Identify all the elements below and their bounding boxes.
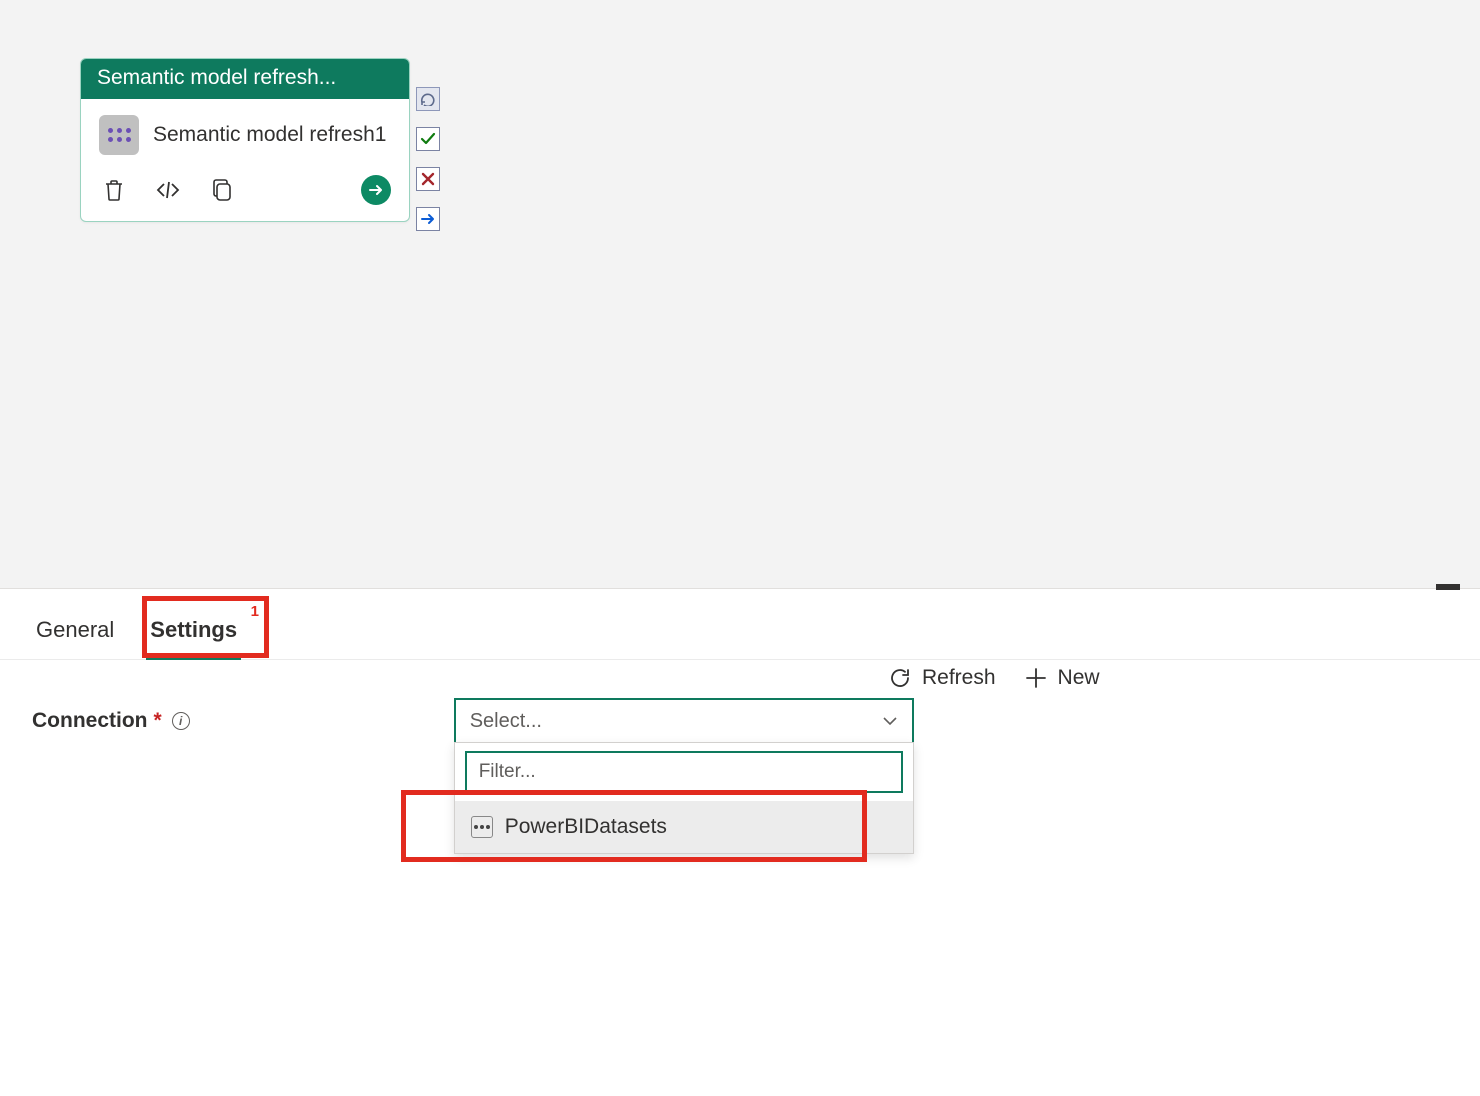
connection-label: Connection * i [32, 709, 190, 733]
chevron-down-icon [882, 716, 898, 726]
status-skip-icon[interactable] [416, 207, 440, 231]
connection-label-text: Connection [32, 709, 148, 733]
status-column [416, 87, 440, 231]
code-icon[interactable] [155, 180, 181, 200]
pipeline-canvas[interactable]: Semantic model refresh... Semantic model… [0, 0, 1480, 588]
status-fail-icon[interactable] [416, 167, 440, 191]
tab-settings[interactable]: Settings [146, 611, 241, 659]
status-retry-icon[interactable] [416, 87, 440, 111]
copy-icon[interactable] [211, 178, 233, 202]
activity-name-label: Semantic model refresh1 [153, 121, 386, 149]
new-button[interactable]: New [1024, 666, 1100, 690]
new-label: New [1058, 666, 1100, 690]
connection-option-label: PowerBIDatasets [505, 815, 667, 839]
activity-card[interactable]: Semantic model refresh... Semantic model… [80, 58, 410, 222]
refresh-label: Refresh [922, 666, 996, 690]
tabs-bar: General Settings [0, 589, 1480, 660]
tab-general[interactable]: General [32, 611, 118, 659]
delete-icon[interactable] [103, 178, 125, 202]
status-success-icon[interactable] [416, 127, 440, 151]
connection-select[interactable]: Select... [454, 698, 914, 744]
dataset-icon [471, 816, 493, 838]
activity-card-title: Semantic model refresh... [81, 59, 409, 99]
properties-panel: General Settings Connection * i Select..… [0, 588, 1480, 1096]
refresh-button[interactable]: Refresh [888, 666, 996, 690]
activity-type-icon [99, 115, 139, 155]
connection-select-placeholder: Select... [470, 710, 542, 733]
required-asterisk: * [154, 709, 162, 733]
connection-filter-input[interactable] [465, 751, 903, 793]
connection-dropdown: PowerBIDatasets [454, 742, 914, 854]
run-button[interactable] [361, 175, 391, 205]
connection-option[interactable]: PowerBIDatasets [455, 801, 913, 853]
activity-card-body: Semantic model refresh1 [81, 99, 409, 165]
info-icon[interactable]: i [172, 712, 190, 730]
